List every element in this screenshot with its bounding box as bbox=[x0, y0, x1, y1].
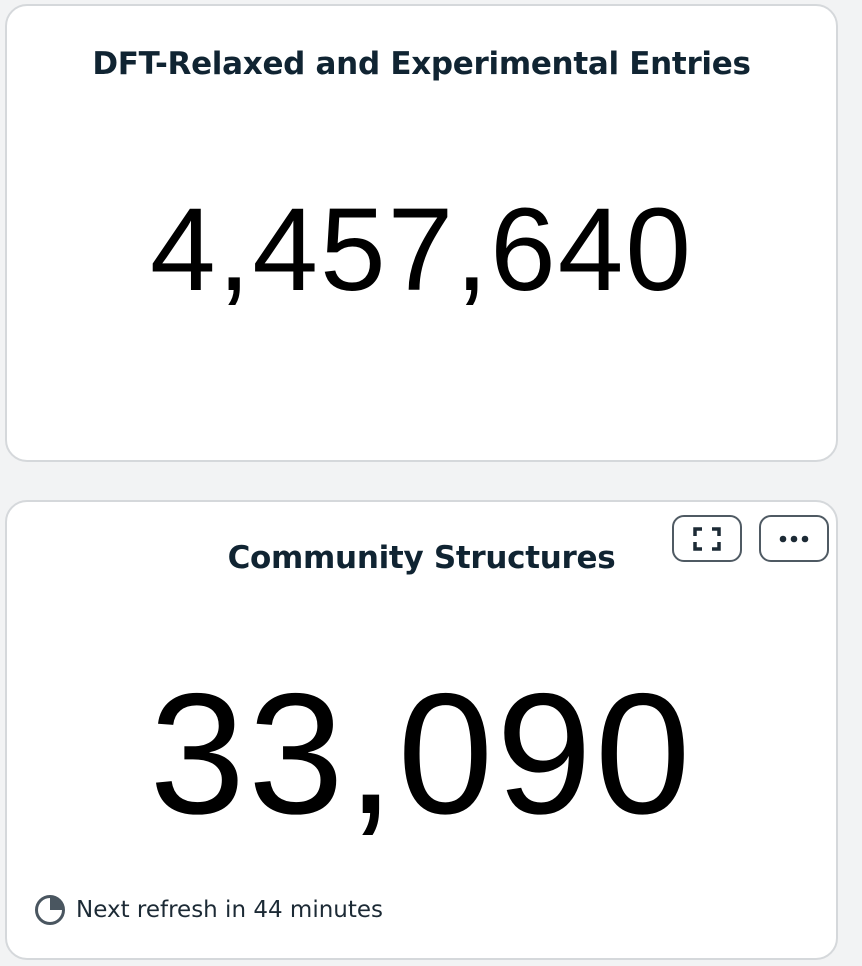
refresh-timer-icon bbox=[35, 895, 65, 925]
refresh-status: Next refresh in 44 minutes bbox=[34, 894, 383, 926]
stat-card-dft-entries: DFT-Relaxed and Experimental Entries 4,4… bbox=[5, 4, 838, 462]
card-title: DFT-Relaxed and Experimental Entries bbox=[92, 46, 751, 82]
stat-card-community-structures: Community Structures 33,090 Next refresh… bbox=[5, 500, 838, 960]
stat-value: 33,090 bbox=[149, 658, 694, 850]
stat-value: 4,457,640 bbox=[150, 184, 693, 316]
refresh-text: Next refresh in 44 minutes bbox=[76, 897, 384, 923]
card-title: Community Structures bbox=[227, 540, 616, 576]
